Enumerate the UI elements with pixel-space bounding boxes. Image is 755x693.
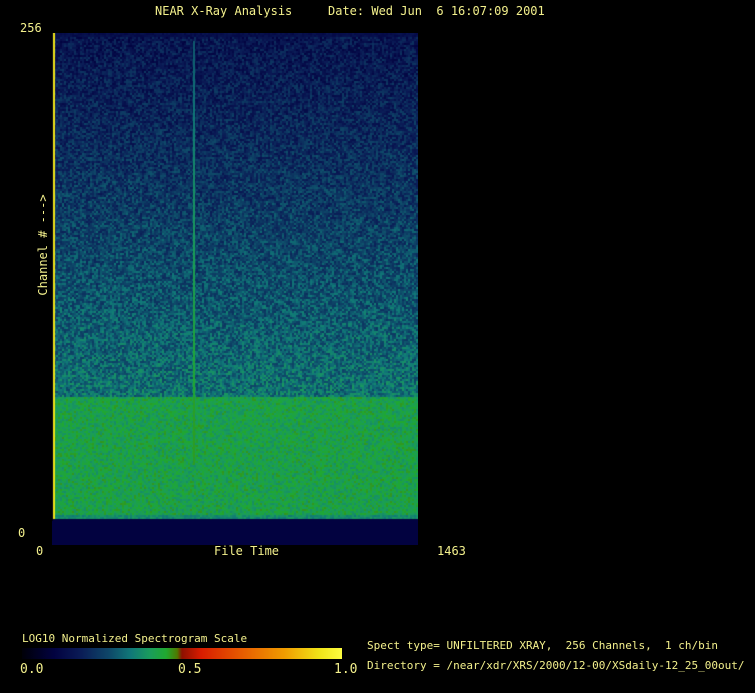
colorbar-tick-max: 1.0 [334,663,357,677]
directory-text: Directory = /near/xdr/XRS/2000/12-00/XSd… [367,659,745,672]
colorbar [22,648,342,659]
colorbar-tick-min: 0.0 [20,663,43,677]
colorbar-title: LOG10 Normalized Spectrogram Scale [22,632,247,645]
x-axis-max-label: 1463 [437,544,466,558]
y-axis-label: Channel # ---> [36,194,50,295]
colorbar-tick-mid: 0.5 [178,663,201,677]
spectrogram-canvas [52,33,418,545]
x-axis-label: File Time [214,544,279,558]
x-axis-min-label: 0 [36,544,43,558]
xray-analysis-window: NEAR X-Ray Analysis Date: Wed Jun 6 16:0… [0,0,755,693]
spect-type-text: Spect type= UNFILTERED XRAY, 256 Channel… [367,639,718,652]
y-axis-min-label: 0 [18,526,25,540]
date-text: Date: Wed Jun 6 16:07:09 2001 [328,4,545,18]
y-axis-max-label: 256 [20,21,42,35]
spectrogram-plot [52,33,418,545]
page-title: NEAR X-Ray Analysis [155,4,292,18]
